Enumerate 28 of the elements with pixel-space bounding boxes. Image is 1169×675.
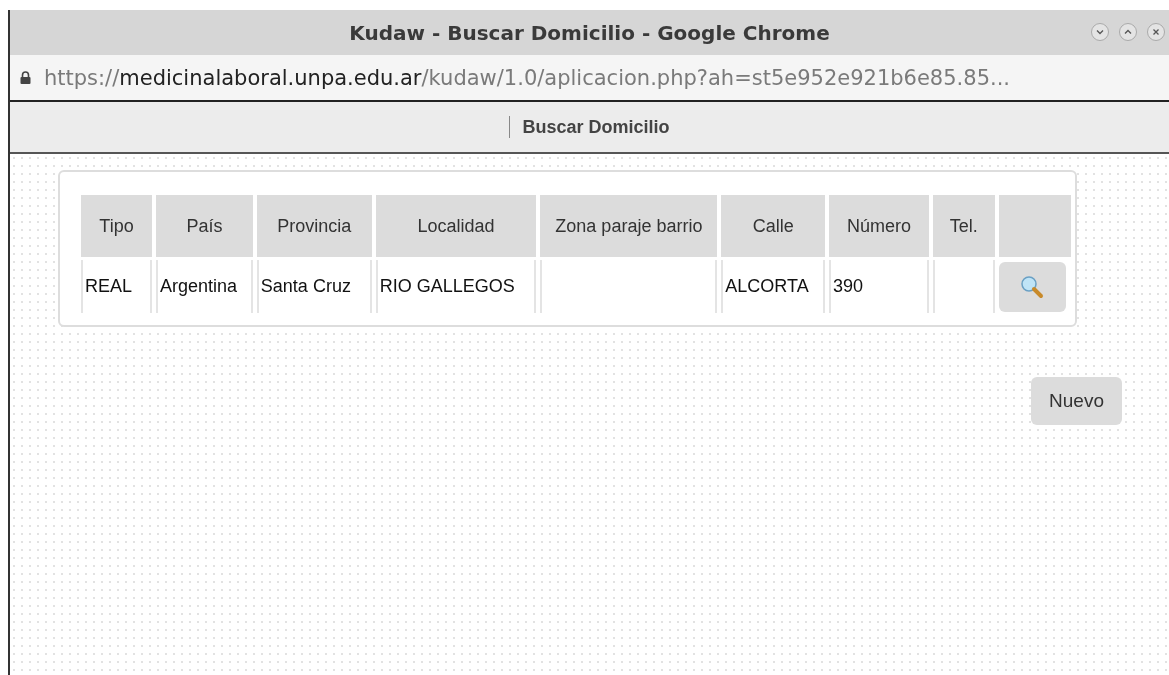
new-button[interactable]: Nuevo: [1031, 377, 1122, 425]
close-button[interactable]: [1147, 23, 1165, 41]
minimize-button[interactable]: [1091, 23, 1109, 41]
table-cell: Santa Cruz: [260, 276, 351, 296]
column-header: Calle: [721, 195, 826, 257]
window-title: Kudaw - Buscar Domicilio - Google Chrome: [349, 20, 830, 45]
table-cell: Argentina: [160, 276, 238, 296]
chevron-down-icon: [1096, 28, 1104, 36]
column-header: Provincia: [256, 195, 372, 257]
url-text: https://medicinalaboral.unpa.edu.ar/kudaw/1.0/aplicacion.php?ah=st5e952e921b6e85.85...: [44, 65, 1011, 90]
table-cell: REAL: [85, 276, 133, 296]
table-cell: 390: [833, 276, 864, 296]
chevron-up-icon: [1124, 28, 1132, 36]
table-cell: RIO GALLEGOS: [379, 276, 515, 296]
close-icon: [1152, 28, 1160, 36]
table-cell: ALCORTA: [725, 276, 809, 296]
lock-icon: [20, 71, 31, 84]
column-header: Tipo: [81, 195, 153, 257]
column-header: Tel.: [932, 195, 995, 257]
page-title: Buscar Domicilio: [522, 116, 670, 138]
column-header: Número: [829, 195, 929, 257]
maximize-button[interactable]: [1119, 23, 1137, 41]
column-header: Zona paraje barrio: [540, 195, 718, 257]
column-header: País: [156, 195, 253, 257]
address-bar[interactable]: https://medicinalaboral.unpa.edu.ar/kudaw/1.0/aplicacion.php?ah=st5e952e921b6e85.85...: [10, 55, 1169, 102]
magnifier-icon: [1020, 274, 1045, 299]
column-header: Localidad: [375, 195, 537, 257]
view-button[interactable]: [998, 261, 1066, 312]
